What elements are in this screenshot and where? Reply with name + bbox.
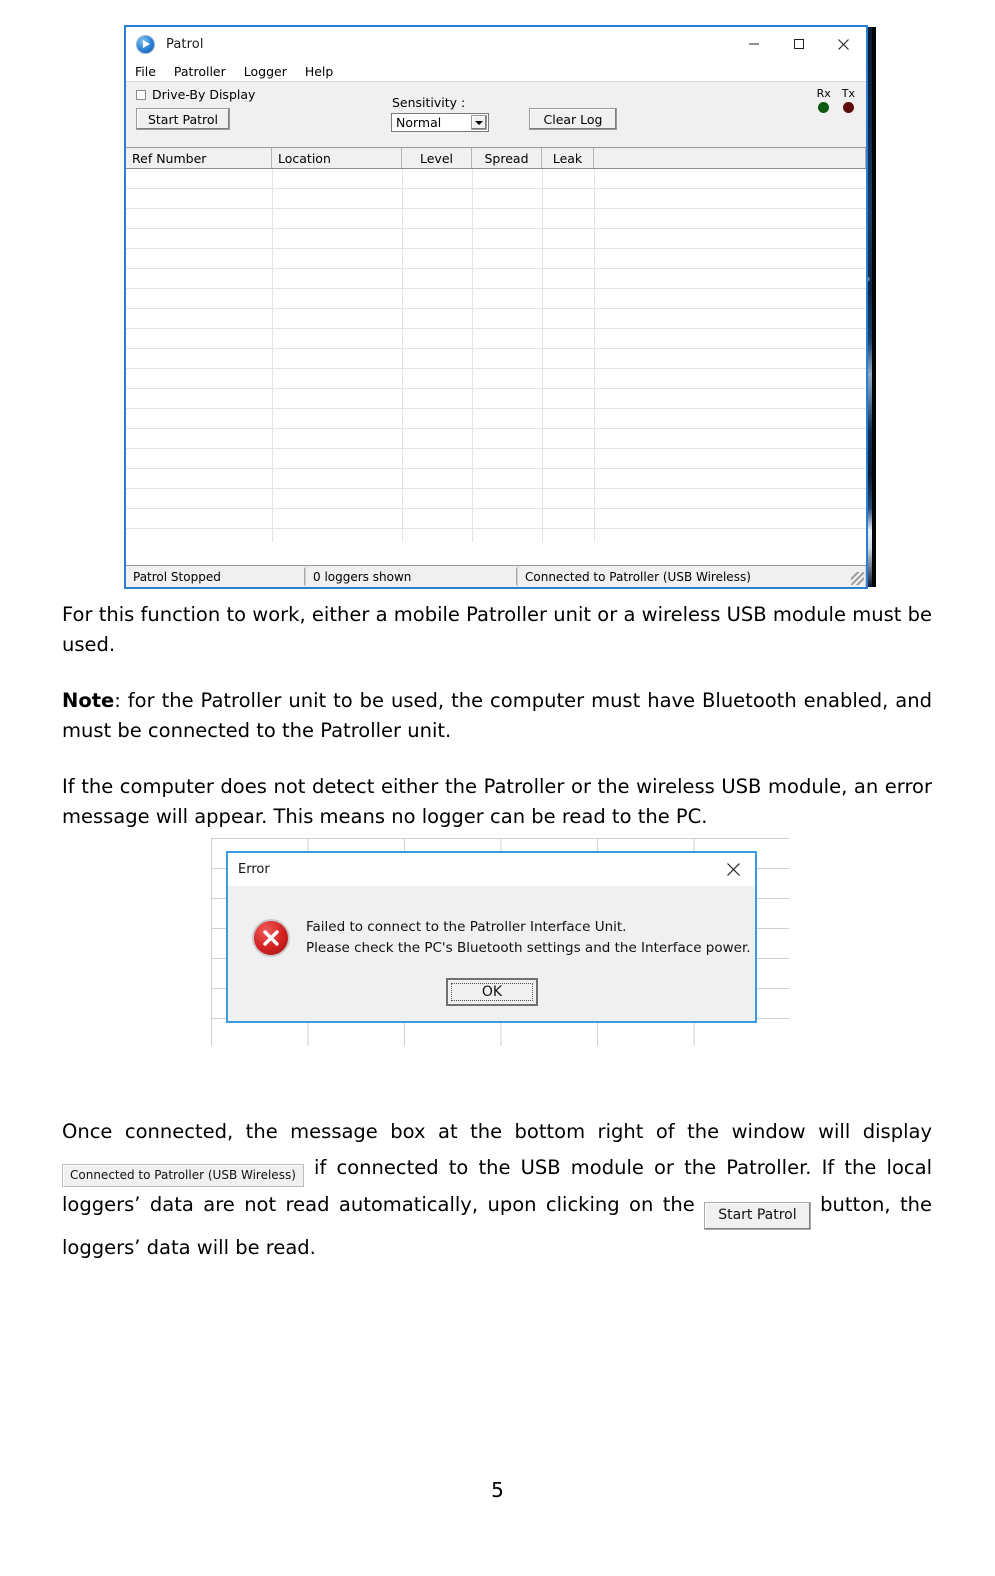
window-titlebar: Patrol xyxy=(126,27,866,61)
note-label: Note xyxy=(62,689,115,712)
toolbar: Drive-By Display Start Patrol Sensitivit… xyxy=(126,82,866,148)
play-circle-icon xyxy=(136,34,155,54)
error-message: Failed to connect to the Patroller Inter… xyxy=(306,917,751,959)
tx-indicator: Tx xyxy=(842,88,855,113)
table-row[interactable] xyxy=(126,249,866,269)
column-header-ref-number[interactable]: Ref Number xyxy=(126,148,272,168)
drive-by-display-checkbox[interactable]: Drive-By Display xyxy=(136,87,255,102)
paragraph-4: Once connected, the message box at the b… xyxy=(62,1114,932,1266)
column-header-level[interactable]: Level xyxy=(402,148,472,168)
resize-grip-icon[interactable] xyxy=(851,572,864,585)
paragraph-3: If the computer does not detect either t… xyxy=(62,775,932,828)
status-panel-logger-count: 0 loggers shown xyxy=(306,566,518,587)
error-dialog-title: Error xyxy=(238,862,270,877)
page-number: 5 xyxy=(491,1478,504,1502)
table-row[interactable] xyxy=(126,329,866,349)
sensitivity-select[interactable]: Normal xyxy=(391,113,489,132)
table-row[interactable] xyxy=(126,429,866,449)
checkbox-box-icon xyxy=(136,89,146,100)
status-panel-connection: Connected to Patroller (USB Wireless) xyxy=(518,566,866,587)
tx-label: Tx xyxy=(841,87,855,100)
table-row[interactable] xyxy=(126,349,866,369)
paragraph-2: Note: for the Patroller unit to be used,… xyxy=(62,686,932,746)
signal-indicators: Rx Tx xyxy=(817,88,855,113)
column-header-spacer xyxy=(594,148,866,168)
start-patrol-button[interactable]: Start Patrol xyxy=(136,108,230,130)
error-cross-icon xyxy=(252,919,290,957)
drive-by-display-label: Drive-By Display xyxy=(152,87,256,102)
patrol-application-window: Patrol File Patroller Logger Help Drive-… xyxy=(124,25,868,589)
column-header-spread[interactable]: Spread xyxy=(472,148,542,168)
close-icon[interactable] xyxy=(821,27,866,61)
column-separator xyxy=(594,169,595,542)
table-row[interactable] xyxy=(126,409,866,429)
menu-item-patroller[interactable]: Patroller xyxy=(174,64,226,79)
rx-led-icon xyxy=(818,102,830,113)
table-row[interactable] xyxy=(126,289,866,309)
inline-start-patrol-button-figure: Start Patrol xyxy=(704,1202,811,1230)
table-row[interactable] xyxy=(126,469,866,489)
rx-label: Rx xyxy=(816,87,831,100)
menu-bar: File Patroller Logger Help xyxy=(126,61,866,82)
minimize-icon[interactable] xyxy=(731,27,776,61)
ok-button[interactable]: OK xyxy=(446,978,538,1006)
table-row[interactable] xyxy=(126,389,866,409)
table-row[interactable] xyxy=(126,269,866,289)
table-row[interactable] xyxy=(126,229,866,249)
table-row[interactable] xyxy=(126,369,866,389)
error-dialog-body: Failed to connect to the Patroller Inter… xyxy=(228,886,755,1021)
menu-item-file[interactable]: File xyxy=(135,64,156,79)
column-separator xyxy=(272,169,273,542)
table-row[interactable] xyxy=(126,169,866,189)
table-row[interactable] xyxy=(126,309,866,329)
paragraph-4-part1: Once connected, the message box at the b… xyxy=(62,1120,932,1143)
close-icon[interactable] xyxy=(711,853,755,886)
column-separator xyxy=(542,169,543,542)
table-row[interactable] xyxy=(126,449,866,469)
column-separator xyxy=(402,169,403,542)
column-separator xyxy=(472,169,473,542)
table-row[interactable] xyxy=(126,489,866,509)
sensitivity-label: Sensitivity : xyxy=(392,95,466,110)
window-title: Patrol xyxy=(166,36,204,52)
menu-item-help[interactable]: Help xyxy=(305,64,334,79)
error-dialog: Error Failed to connect to the Patroller… xyxy=(226,851,757,1023)
chevron-down-icon[interactable] xyxy=(471,115,487,130)
table-row[interactable] xyxy=(126,529,866,542)
sensitivity-value: Normal xyxy=(396,115,442,130)
tx-led-icon xyxy=(842,102,854,113)
list-rows-area[interactable] xyxy=(126,169,866,542)
column-header-location[interactable]: Location xyxy=(272,148,402,168)
window-controls xyxy=(731,27,866,61)
list-header-row: Ref Number Location Level Spread Leak xyxy=(126,148,866,169)
focus-outline xyxy=(451,983,533,1001)
status-panel-patrol-state: Patrol Stopped xyxy=(126,566,306,587)
rx-indicator: Rx xyxy=(817,88,831,113)
error-dialog-titlebar: Error xyxy=(228,853,755,886)
menu-item-logger[interactable]: Logger xyxy=(244,64,287,79)
table-row[interactable] xyxy=(126,509,866,529)
maximize-icon[interactable] xyxy=(776,27,821,61)
error-message-line-1: Failed to connect to the Patroller Inter… xyxy=(306,919,627,935)
table-row[interactable] xyxy=(126,189,866,209)
error-message-line-2: Please check the PC's Bluetooth settings… xyxy=(306,940,751,956)
logger-list-view[interactable]: Ref Number Location Level Spread Leak xyxy=(126,148,866,542)
paragraph-1: For this function to work, either a mobi… xyxy=(62,603,932,656)
column-header-leak[interactable]: Leak xyxy=(542,148,594,168)
status-bar: Patrol Stopped 0 loggers shown Connected… xyxy=(126,565,866,587)
table-row[interactable] xyxy=(126,209,866,229)
clear-log-button[interactable]: Clear Log xyxy=(529,108,617,130)
note-text: : for the Patroller unit to be used, the… xyxy=(62,689,932,742)
inline-connected-status-figure: Connected to Patroller (USB Wireless) xyxy=(62,1164,304,1187)
